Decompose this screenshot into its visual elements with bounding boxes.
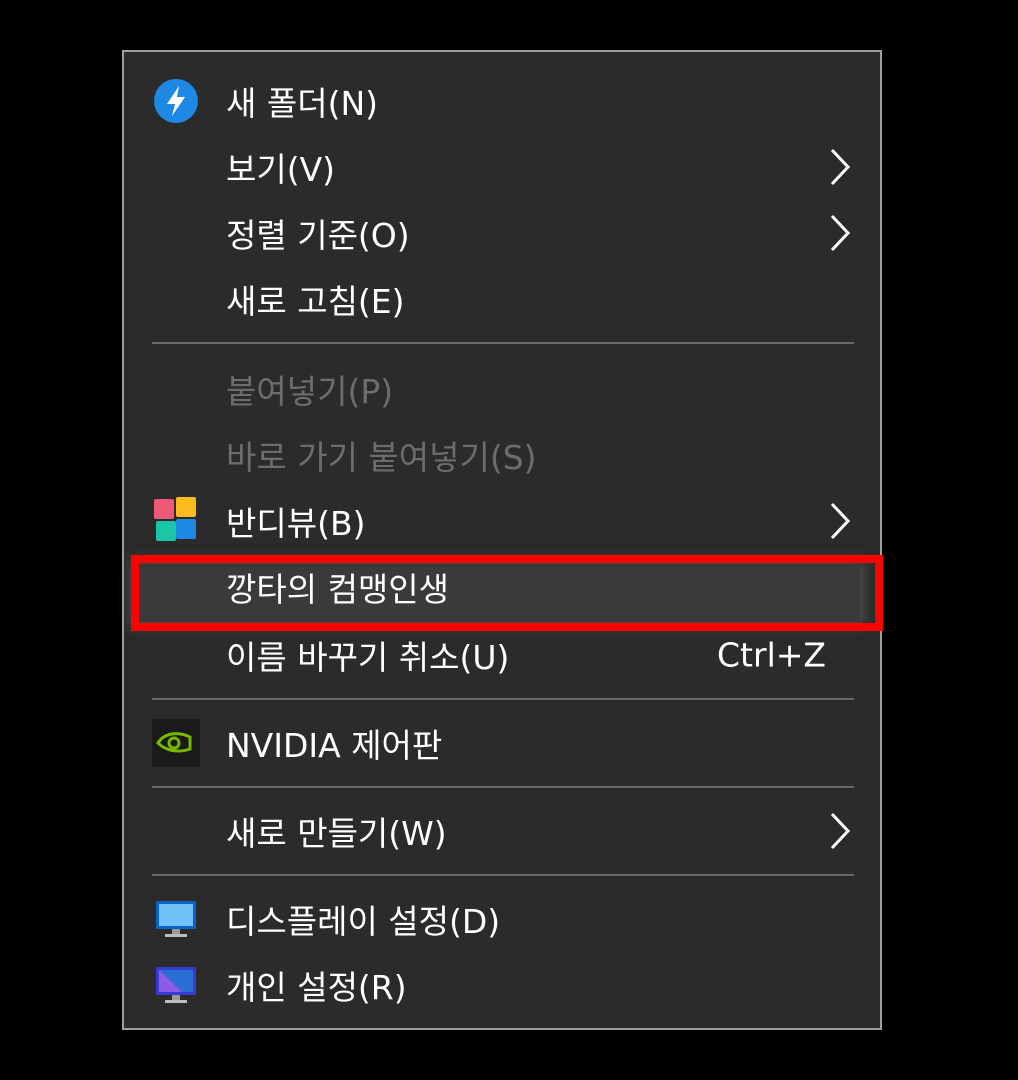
menu-item-shortcut: Ctrl+Z <box>717 635 826 675</box>
chevron-right-icon <box>830 148 851 186</box>
menu-separator <box>152 786 854 788</box>
blue-lightning-icon <box>152 77 200 125</box>
personalize-icon <box>152 961 200 1009</box>
menu-item-label: 새로 고침(E) <box>226 282 405 321</box>
menu-item-bandiview[interactable]: 반디뷰(B) <box>124 488 880 554</box>
chevron-right-icon <box>830 214 851 252</box>
menu-item-label: 디스플레이 설정(D) <box>226 902 501 941</box>
chevron-right-icon <box>830 502 851 540</box>
menu-item-label: NVIDIA 제어판 <box>226 726 443 765</box>
menu-separator <box>152 698 854 700</box>
menu-item-new-folder[interactable]: 새 폴더(N) <box>124 68 880 134</box>
menu-separator <box>152 342 854 344</box>
nvidia-icon <box>152 719 200 767</box>
highlight-annotation-box <box>131 555 883 631</box>
menu-item-new[interactable]: 새로 만들기(W) <box>124 798 880 864</box>
menu-item-undo-rename[interactable]: 이름 바꾸기 취소(U) Ctrl+Z <box>124 622 880 688</box>
menu-item-personalize[interactable]: 개인 설정(R) <box>124 952 880 1018</box>
menu-item-label: 보기(V) <box>226 150 336 189</box>
menu-item-label: 정렬 기준(O) <box>226 216 410 255</box>
menu-item-paste: 붙여넣기(P) <box>124 356 880 422</box>
menu-separator <box>152 874 854 876</box>
menu-item-label: 붙여넣기(P) <box>226 372 394 411</box>
menu-item-refresh[interactable]: 새로 고침(E) <box>124 266 880 332</box>
menu-item-sort-by[interactable]: 정렬 기준(O) <box>124 200 880 266</box>
menu-item-label: 새 폴더(N) <box>226 84 379 123</box>
menu-item-display-settings[interactable]: 디스플레이 설정(D) <box>124 886 880 952</box>
menu-item-view[interactable]: 보기(V) <box>124 134 880 200</box>
display-settings-icon <box>152 895 200 943</box>
menu-item-label: 새로 만들기(W) <box>226 814 447 853</box>
menu-item-label: 개인 설정(R) <box>226 968 407 1007</box>
menu-item-label: 반디뷰(B) <box>226 504 366 543</box>
bandiview-icon <box>152 497 200 545</box>
chevron-right-icon <box>830 812 851 850</box>
menu-item-label: 바로 가기 붙여넣기(S) <box>226 438 537 477</box>
menu-item-label: 이름 바꾸기 취소(U) <box>226 638 510 677</box>
menu-item-nvidia-control-panel[interactable]: NVIDIA 제어판 <box>124 710 880 776</box>
menu-item-paste-shortcut: 바로 가기 붙여넣기(S) <box>124 422 880 488</box>
context-menu: 새 폴더(N) 보기(V) 정렬 기준(O) 새로 고침(E) 붙여넣기(P) … <box>122 50 882 1030</box>
